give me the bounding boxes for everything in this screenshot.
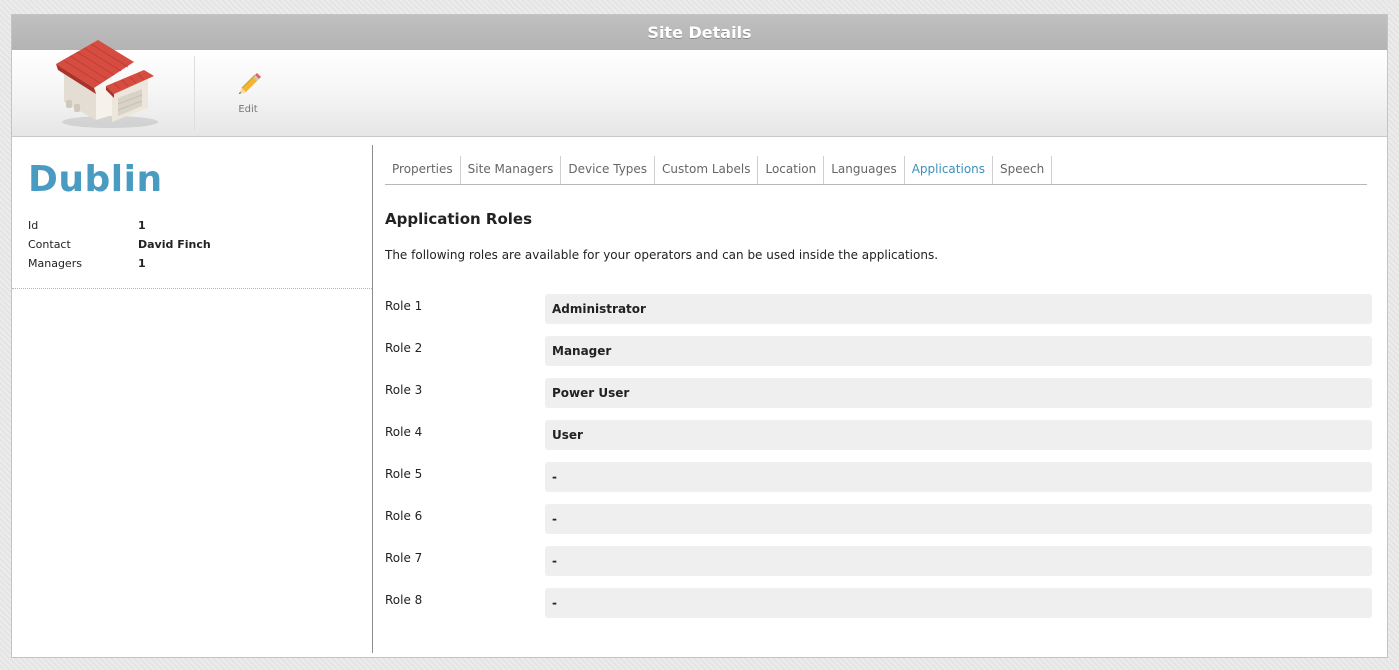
pencil-icon — [239, 73, 261, 94]
info-value: David Finch — [138, 238, 211, 251]
toolbar: Edit — [12, 40, 1387, 137]
info-row-managers: Managers 1 — [28, 257, 328, 276]
role-label: Role 8 — [385, 593, 423, 607]
role-label: Role 5 — [385, 467, 423, 481]
tab-speech[interactable]: Speech — [993, 156, 1053, 184]
role-label: Role 7 — [385, 551, 423, 565]
site-name: Dublin — [28, 159, 163, 200]
section-title: Application Roles — [385, 210, 532, 228]
details-panel: Properties Site Managers Device Types Cu… — [385, 137, 1387, 657]
role-row: Role 1 Administrator — [385, 294, 1373, 336]
section-description: The following roles are available for yo… — [385, 248, 939, 262]
info-row-id: Id 1 — [28, 219, 328, 238]
edit-button[interactable]: Edit — [228, 70, 268, 122]
info-row-contact: Contact David Finch — [28, 238, 328, 257]
tab-location[interactable]: Location — [758, 156, 825, 184]
roles-list: Role 1 Administrator Role 2 Manager Role… — [385, 294, 1373, 630]
role-row: Role 8 - — [385, 588, 1373, 630]
role-row: Role 6 - — [385, 504, 1373, 546]
tab-bar: Properties Site Managers Device Types Cu… — [385, 156, 1367, 185]
role-value-field: User — [545, 420, 1372, 450]
role-label: Role 2 — [385, 341, 423, 355]
info-label: Contact — [28, 238, 71, 251]
role-value-field: - — [545, 546, 1372, 576]
role-label: Role 6 — [385, 509, 423, 523]
toolbar-separator — [194, 56, 195, 130]
summary-divider — [12, 288, 372, 289]
role-label: Role 1 — [385, 299, 423, 313]
role-row: Role 4 User — [385, 420, 1373, 462]
tab-site-managers[interactable]: Site Managers — [461, 156, 562, 184]
edit-label: Edit — [238, 104, 258, 115]
info-label: Id — [28, 219, 39, 232]
panel-separator — [372, 145, 373, 653]
role-row: Role 7 - — [385, 546, 1373, 588]
site-summary-panel: Dublin Id 1 Contact David Finch Managers… — [12, 137, 372, 657]
tab-custom-labels[interactable]: Custom Labels — [655, 156, 759, 184]
tab-languages[interactable]: Languages — [824, 156, 905, 184]
info-label: Managers — [28, 257, 82, 270]
role-value-field: Power User — [545, 378, 1372, 408]
role-row: Role 5 - — [385, 462, 1373, 504]
role-value-field: - — [545, 504, 1372, 534]
role-label: Role 3 — [385, 383, 423, 397]
role-value-field: - — [545, 462, 1372, 492]
tab-device-types[interactable]: Device Types — [561, 156, 656, 184]
info-value: 1 — [138, 219, 146, 232]
role-row: Role 3 Power User — [385, 378, 1373, 420]
role-value-field: Administrator — [545, 294, 1372, 324]
tab-applications[interactable]: Applications — [905, 156, 994, 184]
info-value: 1 — [138, 257, 146, 270]
site-info: Id 1 Contact David Finch Managers 1 — [28, 219, 328, 276]
tab-properties[interactable]: Properties — [385, 156, 461, 184]
warehouse-building-icon — [56, 40, 158, 128]
window-title: Site Details — [12, 15, 1387, 50]
role-value-field: - — [545, 588, 1372, 618]
role-row: Role 2 Manager — [385, 336, 1373, 378]
site-details-window: Site Details Edit Dublin Id 1 Contact Da… — [11, 14, 1388, 658]
role-value-field: Manager — [545, 336, 1372, 366]
role-label: Role 4 — [385, 425, 423, 439]
